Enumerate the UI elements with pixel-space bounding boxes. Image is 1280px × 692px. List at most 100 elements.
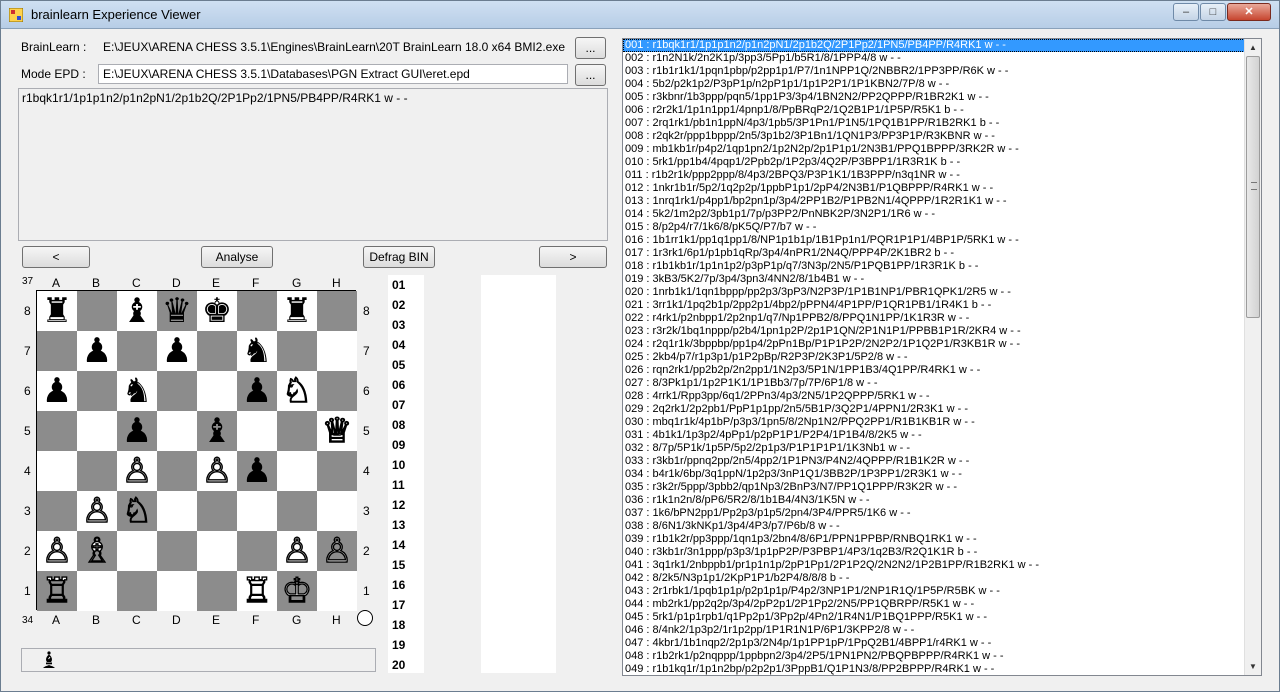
square-g3[interactable] [277, 491, 317, 531]
square-e1[interactable] [197, 571, 237, 611]
list-item[interactable]: 042 : 8/2k5/N3p1p1/2KpP1P1/b2P4/8/8/8 b … [623, 572, 1261, 585]
black-knight-icon[interactable]: ♞ [237, 331, 277, 371]
scroll-up-arrow-icon[interactable]: ▲ [1245, 39, 1261, 56]
white-pawn-icon[interactable]: ♙ [77, 490, 117, 531]
white-pawn-icon[interactable]: ♙ [197, 450, 237, 491]
black-king-icon[interactable]: ♚ [197, 291, 237, 331]
list-item[interactable]: 025 : 2kb4/p7/r1p3p1/p1P2pBp/R2P3P/2K3P1… [623, 351, 1261, 364]
square-e8[interactable]: ♚ [197, 291, 237, 331]
list-item[interactable]: 023 : r3r2k/1bq1nppp/p2b4/1pn1p2P/2p1P1Q… [623, 325, 1261, 338]
list-item[interactable]: 020 : 1nrb1k1/1qn1bppp/pp2p3/3pP3/N2P3P/… [623, 286, 1261, 299]
square-b1[interactable] [77, 571, 117, 611]
list-item[interactable]: 006 : r2r2k1/1p1n1pp1/4pnp1/8/PpBRqP2/1Q… [623, 104, 1261, 117]
square-a8[interactable]: ♜ [37, 291, 77, 331]
square-b3[interactable]: ♙ [77, 490, 117, 532]
white-pawn-icon[interactable]: ♙ [317, 530, 357, 571]
square-e7[interactable] [197, 331, 237, 371]
list-item[interactable]: 008 : r2qk2r/ppp1bppp/2n5/3p1b2/3P1Bn1/1… [623, 130, 1261, 143]
square-b7[interactable]: ♟ [77, 331, 117, 371]
list-item[interactable]: 043 : 2r1rbk1/1pqb1p1p/p2p1p1p/P4p2/3NP1… [623, 585, 1261, 598]
black-bishop-icon[interactable]: ♝ [197, 411, 237, 451]
black-pawn-icon[interactable]: ♟ [237, 371, 277, 411]
square-b8[interactable] [77, 291, 117, 331]
engine-browse-button[interactable]: ... [575, 37, 606, 59]
square-e4[interactable]: ♙ [197, 450, 237, 492]
list-item[interactable]: 039 : r1b1k2r/pp3ppp/1qn1p3/2bn4/8/6P1/P… [623, 533, 1261, 546]
list-item[interactable]: 044 : mb2rk1/pp2q2p/3p4/2pP2p1/2P1Pp2/2N… [623, 598, 1261, 611]
square-f8[interactable] [237, 291, 277, 331]
list-item[interactable]: 013 : 1nrq1rk1/p4pp1/bp2pn1p/3p4/2PP1B2/… [623, 195, 1261, 208]
black-rook-icon[interactable]: ♜ [277, 291, 317, 331]
square-g1[interactable]: ♔ [277, 570, 317, 612]
list-item[interactable]: 012 : 1nkr1b1r/5p2/1q2p2p/1ppbP1p1/2pP4/… [623, 182, 1261, 195]
list-item[interactable]: 009 : mb1kb1r/p4p2/1qp1pn2/1p2N2p/2p1P1p… [623, 143, 1261, 156]
square-h8[interactable] [317, 291, 357, 331]
square-c1[interactable] [117, 571, 157, 611]
list-item[interactable]: 049 : r1b1kq1r/1p1n2bp/p2p2p1/3PppB1/Q1P… [623, 663, 1261, 675]
list-item[interactable]: 014 : 5k2/1m2p2/3pb1p1/7p/p3PP2/PnNBK2P/… [623, 208, 1261, 221]
white-rook-icon[interactable]: ♖ [237, 570, 277, 611]
list-item[interactable]: 003 : r1b1r1k1/1pqn1pbp/p2pp1p1/P7/1n1NP… [623, 65, 1261, 78]
list-item[interactable]: 045 : 5rk1/p1p1rpb1/q1Pp2p1/3Pp2p/4Pn2/1… [623, 611, 1261, 624]
square-a7[interactable] [37, 331, 77, 371]
list-item[interactable]: 022 : r4rk1/p2nbpp1/2p2np1/q7/Np1PPB2/8/… [623, 312, 1261, 325]
square-d6[interactable] [157, 371, 197, 411]
white-rook-icon[interactable]: ♖ [37, 570, 77, 611]
square-h4[interactable] [317, 451, 357, 491]
square-f1[interactable]: ♖ [237, 570, 277, 612]
square-g8[interactable]: ♜ [277, 291, 317, 331]
list-item[interactable]: 040 : r3kb1r/3n1ppp/p3p3/1p1pP2P/P3PBP1/… [623, 546, 1261, 559]
epd-path-field[interactable]: E:\JEUX\ARENA CHESS 3.5.1\Databases\PGN … [98, 64, 568, 84]
black-queen-icon[interactable]: ♛ [157, 291, 197, 331]
square-f3[interactable] [237, 491, 277, 531]
square-c5[interactable]: ♟ [117, 411, 157, 451]
maximize-button[interactable]: □ [1200, 3, 1226, 21]
list-item[interactable]: 007 : 2rq1rk1/pb1n1ppN/4p3/1pb5/3P1Pn1/P… [623, 117, 1261, 130]
position-list[interactable]: 001 : r1bqk1r1/1p1p1n2/p1n2pN1/2p1b2Q/2P… [622, 38, 1262, 676]
square-d5[interactable] [157, 411, 197, 451]
white-pawn-icon[interactable]: ♙ [117, 450, 157, 491]
square-a4[interactable] [37, 451, 77, 491]
black-knight-icon[interactable]: ♞ [117, 371, 157, 411]
square-h7[interactable] [317, 331, 357, 371]
white-knight-icon[interactable]: ♘ [117, 490, 157, 531]
square-a6[interactable]: ♟ [37, 371, 77, 411]
list-item[interactable]: 036 : r1k1n2n/8/pP6/5R2/8/1b1B4/4N3/1K5N… [623, 494, 1261, 507]
list-item[interactable]: 002 : r1n2N1k/2n2K1p/3pp3/5Pp1/b5R1/8/1P… [623, 52, 1261, 65]
white-bishop-icon[interactable]: ♗ [77, 530, 117, 571]
square-c3[interactable]: ♘ [117, 490, 157, 532]
list-item[interactable]: 035 : r3k2r/5ppp/3pbb2/qp1Np3/2BnP3/N7/P… [623, 481, 1261, 494]
minimize-button[interactable]: – [1173, 3, 1199, 21]
square-h2[interactable]: ♙ [317, 530, 357, 572]
list-item[interactable]: 031 : 4b1k1/1p3p2/4pPp1/p2pP1P1/P2P4/1P1… [623, 429, 1261, 442]
list-item[interactable]: 016 : 1b1rr1k1/pp1q1pp1/8/NP1p1b1p/1B1Pp… [623, 234, 1261, 247]
black-pawn-icon[interactable]: ♟ [157, 331, 197, 371]
white-queen-icon[interactable]: ♕ [317, 410, 357, 451]
square-c2[interactable] [117, 531, 157, 571]
square-e6[interactable] [197, 371, 237, 411]
list-item[interactable]: 011 : r1b2r1k/ppp2ppp/8/4p3/2BPQ3/P3P1K1… [623, 169, 1261, 182]
title-bar[interactable]: brainlearn Experience Viewer – □ ✕ [1, 1, 1279, 29]
square-d7[interactable]: ♟ [157, 331, 197, 371]
next-button[interactable]: > [539, 246, 607, 268]
list-item[interactable]: 030 : mbq1r1k/4p1bP/p3p3/1pn5/8/2Np1N2/P… [623, 416, 1261, 429]
black-pawn-icon[interactable]: ♟ [37, 371, 77, 411]
list-item[interactable]: 021 : 3rr1k1/1pq2b1p/2pp2p1/4bp2/pPPN4/4… [623, 299, 1261, 312]
previous-button[interactable]: < [22, 246, 90, 268]
chess-board[interactable]: ♜ ♝ ♛ ♚ ♜ ♟ ♟ ♞ ♟ ♞ ♟ ♘ ♟ ♝ ♕ ♙ ♙ ♟ ♙ ♘ ♙ ♗ ♙ ♙ ♖ ♖ ♔ [36, 290, 357, 612]
list-item[interactable]: 028 : 4rrk1/Rpp3pp/6q1/2PPn3/4p3/2N5/1P2… [623, 390, 1261, 403]
defrag-bin-button[interactable]: Defrag BIN [363, 246, 435, 268]
square-a3[interactable] [37, 491, 77, 531]
square-f6[interactable]: ♟ [237, 371, 277, 411]
square-c7[interactable] [117, 331, 157, 371]
square-g5[interactable] [277, 411, 317, 451]
list-item[interactable]: 001 : r1bqk1r1/1p1p1n2/p1n2pN1/2p1b2Q/2P… [623, 39, 1261, 52]
black-rook-icon[interactable]: ♜ [37, 291, 77, 331]
list-item[interactable]: 048 : r1b2rk1/p2nqppp/1ppbpn2/3p4/2P5/1P… [623, 650, 1261, 663]
black-pawn-icon[interactable]: ♟ [77, 331, 117, 371]
list-item[interactable]: 033 : r3kb1r/ppnq2pp/2n5/4pp2/1P1PN3/P4N… [623, 455, 1261, 468]
square-d8[interactable]: ♛ [157, 291, 197, 331]
square-f4[interactable]: ♟ [237, 451, 277, 491]
square-g7[interactable] [277, 331, 317, 371]
white-pawn-icon[interactable]: ♙ [277, 530, 317, 571]
